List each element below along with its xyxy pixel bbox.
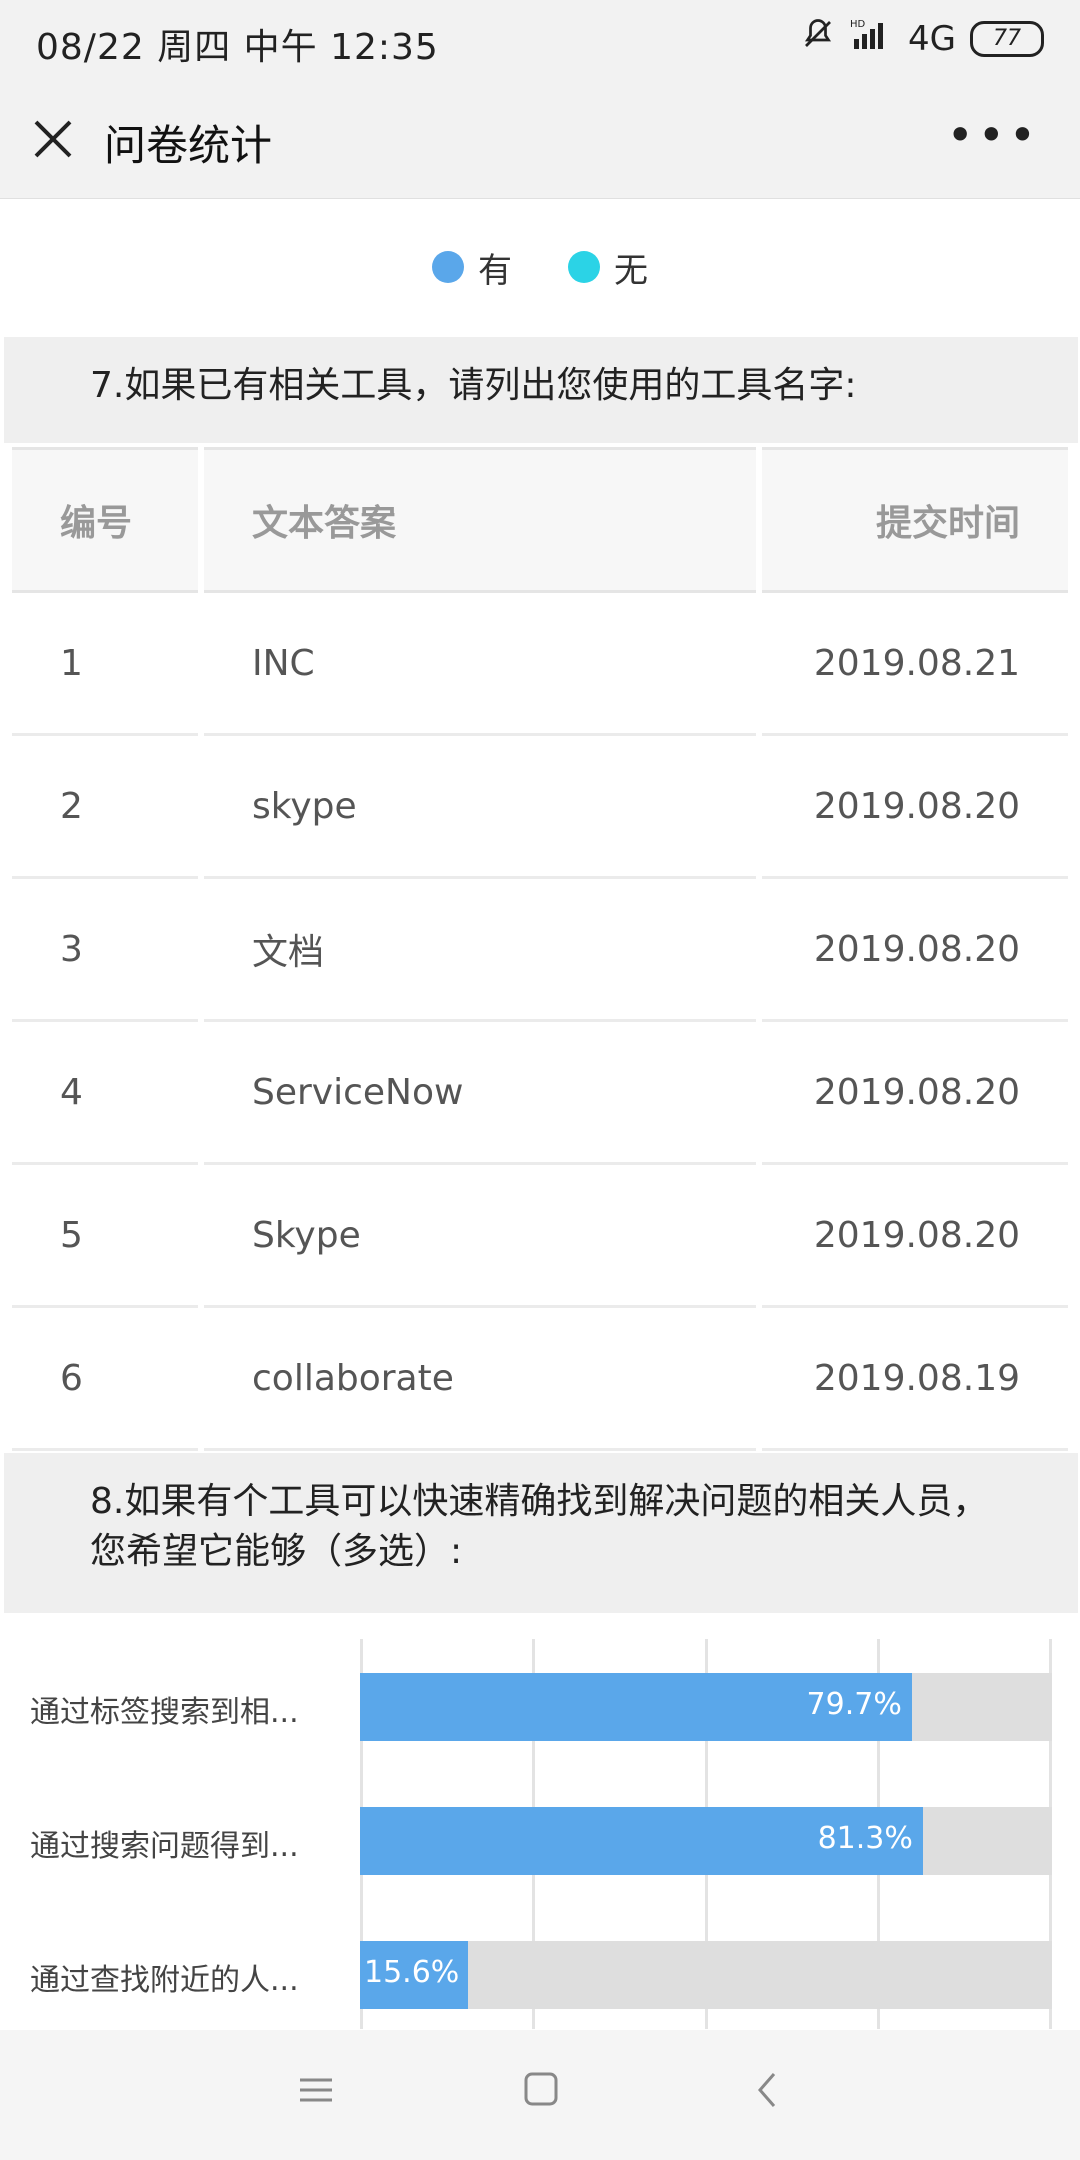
legend-item-yes: 有 — [432, 243, 512, 292]
signal-icon: HD — [850, 17, 894, 60]
question-title: 8.如果有个工具可以快速精确找到解决问题的相关人员，您希望它能够（多选）: — [90, 1481, 989, 1572]
cell-number: 3 — [12, 879, 198, 1022]
survey-content: 有 无 7.如果已有相关工具，请列出您使用的工具名字: 编号 文本答案 提交时间… — [0, 199, 1080, 2029]
status-bar: 08/22 周四 中午 12:35 HD 4G 77 — [0, 0, 1080, 80]
legend-label: 无 — [614, 250, 648, 291]
menu-icon[interactable] — [298, 2070, 336, 2114]
bar-value-label: 15.6% — [364, 1955, 460, 1990]
mute-icon — [800, 16, 836, 61]
cell-answer: 文档 — [204, 879, 756, 1022]
question-title: 7.如果已有相关工具，请列出您使用的工具名字: — [90, 365, 857, 406]
table-row: 2 skype 2019.08.20 — [12, 736, 1068, 879]
page-title: 问卷统计 — [104, 121, 273, 170]
category-label: 通过标签搜索到相... — [30, 1695, 299, 1730]
column-header-time: 提交时间 — [762, 447, 1068, 593]
back-icon[interactable] — [752, 2070, 782, 2114]
cell-answer: skype — [204, 736, 756, 879]
cell-number: 5 — [12, 1165, 198, 1308]
table-row: 4 ServiceNow 2019.08.20 — [12, 1022, 1068, 1165]
cell-number: 1 — [12, 593, 198, 736]
status-time: 08/22 周四 中午 12:35 — [36, 27, 439, 68]
table-row: 3 文档 2019.08.20 — [12, 879, 1068, 1022]
question-7-header: 7.如果已有相关工具，请列出您使用的工具名字: — [4, 337, 1078, 443]
home-icon[interactable] — [522, 2070, 562, 2114]
legend-item-no: 无 — [568, 243, 648, 292]
battery-icon: 77 — [970, 20, 1044, 57]
network-type: 4G — [908, 18, 956, 59]
cell-answer: Skype — [204, 1165, 756, 1308]
cell-answer: INC — [204, 593, 756, 736]
legend-dot-icon — [432, 251, 464, 283]
table-row: 5 Skype 2019.08.20 — [12, 1165, 1068, 1308]
cell-time: 2019.08.20 — [762, 1165, 1068, 1308]
cell-number: 2 — [12, 736, 198, 879]
cell-time: 2019.08.20 — [762, 1022, 1068, 1165]
top-nav-bar: 问卷统计 ••• — [0, 80, 1080, 199]
cell-time: 2019.08.20 — [762, 736, 1068, 879]
question-8-header: 8.如果有个工具可以快速精确找到解决问题的相关人员，您希望它能够（多选）: — [4, 1453, 1078, 1613]
answers-table: 编号 文本答案 提交时间 1 INC 2019.08.21 2 skype 20… — [6, 447, 1074, 1451]
cell-time: 2019.08.21 — [762, 593, 1068, 736]
cell-number: 6 — [12, 1308, 198, 1451]
cell-number: 4 — [12, 1022, 198, 1165]
category-label: 通过查找附近的人... — [30, 1963, 299, 1998]
category-label: 通过搜索问题得到... — [30, 1829, 299, 1864]
cell-answer: ServiceNow — [204, 1022, 756, 1165]
svg-text:HD: HD — [850, 19, 866, 30]
chart-legend: 有 无 — [0, 199, 1080, 335]
system-nav-bar — [0, 2030, 1080, 2160]
cell-time: 2019.08.20 — [762, 879, 1068, 1022]
table-header-row: 编号 文本答案 提交时间 — [12, 447, 1068, 593]
more-options-icon[interactable]: ••• — [947, 108, 1040, 162]
bar-value-label: 79.7% — [806, 1687, 902, 1722]
column-header-number: 编号 — [12, 447, 198, 593]
cell-time: 2019.08.19 — [762, 1308, 1068, 1451]
table-row: 6 collaborate 2019.08.19 — [12, 1308, 1068, 1451]
table-row: 1 INC 2019.08.21 — [12, 593, 1068, 736]
legend-dot-icon — [568, 251, 600, 283]
bar-value-label: 81.3% — [817, 1821, 913, 1856]
q8-bar-chart: 通过标签搜索到相... 79.7% 通过搜索问题得到... 81.3% 通过查找附近的人… — [0, 1639, 1080, 2029]
column-header-answer: 文本答案 — [204, 447, 756, 593]
legend-label: 有 — [478, 250, 512, 291]
close-icon[interactable] — [28, 114, 78, 164]
cell-answer: collaborate — [204, 1308, 756, 1451]
